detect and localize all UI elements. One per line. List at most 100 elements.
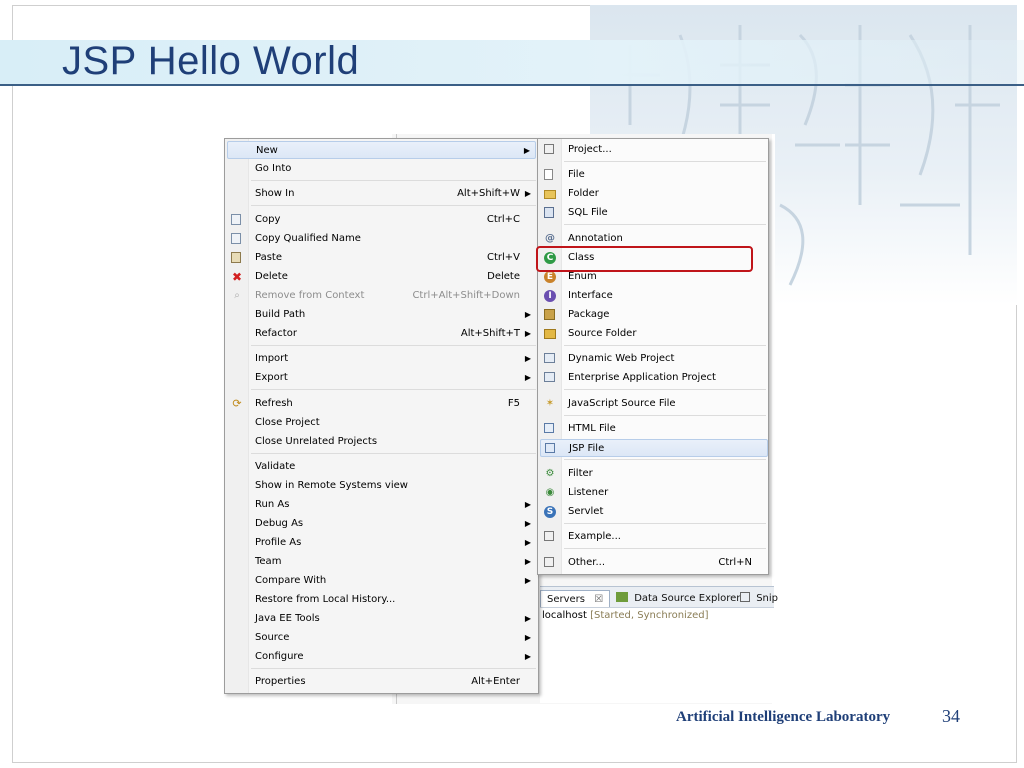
submenu-arrow-icon: ▶ <box>524 614 531 623</box>
menu-item-validate[interactable]: Validate <box>227 458 536 476</box>
menu-separator <box>564 523 766 524</box>
menu-item-label: Debug As <box>255 518 304 529</box>
source-folder-icon <box>544 329 556 339</box>
tab-snippets[interactable]: Snip <box>740 590 778 607</box>
menu-separator <box>564 389 766 390</box>
submenu-item-servlet[interactable]: S Servlet <box>540 503 768 521</box>
submenu-item-project[interactable]: Project... <box>540 141 768 159</box>
submenu-item-label: Enterprise Application Project <box>568 372 716 383</box>
web-project-icon <box>544 353 555 363</box>
menu-item-build-path[interactable]: Build Path ▶ <box>227 306 536 324</box>
menu-item-new[interactable]: New ▶ <box>227 141 536 159</box>
menu-separator <box>564 345 766 346</box>
new-submenu: Project... File Folder SQL File @ Annota… <box>537 138 769 575</box>
menu-item-copy-qualified-name[interactable]: Copy Qualified Name <box>227 230 536 248</box>
menu-item-delete[interactable]: ✖ Delete Delete <box>227 268 536 286</box>
close-icon[interactable]: ☒ <box>594 594 603 605</box>
menu-item-copy[interactable]: Copy Ctrl+C <box>227 211 536 229</box>
submenu-item-label: JavaScript Source File <box>568 398 676 409</box>
menu-item-import[interactable]: Import ▶ <box>227 350 536 368</box>
submenu-item-example[interactable]: Example... <box>540 528 768 546</box>
menu-item-label: Configure <box>255 651 304 662</box>
menu-item-label: Validate <box>255 461 296 472</box>
menu-item-refresh[interactable]: ⟳ Refresh F5 <box>227 395 536 413</box>
menu-item-label: Close Unrelated Projects <box>255 436 378 447</box>
slide: JSP Hello World Servers ☒ Data Source Ex… <box>0 0 1024 768</box>
menu-item-go-into[interactable]: Go Into <box>227 160 536 178</box>
menu-item-debug-as[interactable]: Debug As ▶ <box>227 515 536 533</box>
delete-icon: ✖ <box>231 270 243 284</box>
menu-separator <box>251 389 536 390</box>
menu-item-properties[interactable]: Properties Alt+Enter <box>227 673 536 691</box>
submenu-item-package[interactable]: Package <box>540 306 768 324</box>
menu-item-source[interactable]: Source ▶ <box>227 629 536 647</box>
menu-item-restore-local-history[interactable]: Restore from Local History... <box>227 591 536 609</box>
menu-item-team[interactable]: Team ▶ <box>227 553 536 571</box>
submenu-item-label: HTML File <box>568 423 616 434</box>
menu-item-accel: F5 <box>507 398 520 409</box>
new-project-icon <box>544 144 554 154</box>
menu-item-refactor[interactable]: Refactor Alt+Shift+T ▶ <box>227 325 536 343</box>
submenu-item-label: Package <box>568 309 610 320</box>
menu-item-label: Properties <box>255 676 306 687</box>
submenu-item-enterprise-application-project[interactable]: Enterprise Application Project <box>540 369 768 387</box>
menu-item-show-in[interactable]: Show In Alt+Shift+W ▶ <box>227 185 536 203</box>
submenu-item-label: Folder <box>568 188 599 199</box>
submenu-item-label: Other... <box>568 557 606 568</box>
submenu-item-jsp-file[interactable]: JSP File <box>540 439 768 457</box>
tab-servers[interactable]: Servers ☒ <box>540 590 611 607</box>
submenu-arrow-icon: ▶ <box>524 633 531 642</box>
menu-item-label: Remove from Context <box>255 290 365 301</box>
filter-icon: ⚙ <box>545 468 555 479</box>
submenu-item-html-file[interactable]: HTML File <box>540 420 768 438</box>
menu-separator <box>251 205 536 206</box>
context-menu: New ▶ Go Into Show In Alt+Shift+W ▶ Copy… <box>224 138 539 694</box>
menu-item-compare-with[interactable]: Compare With ▶ <box>227 572 536 590</box>
submenu-item-sql-file[interactable]: SQL File <box>540 204 768 222</box>
submenu-item-dynamic-web-project[interactable]: Dynamic Web Project <box>540 350 768 368</box>
submenu-item-filter[interactable]: ⚙ Filter <box>540 465 768 483</box>
submenu-item-javascript-source-file[interactable]: ✶ JavaScript Source File <box>540 395 768 413</box>
menu-separator <box>251 453 536 454</box>
menu-item-close-project[interactable]: Close Project <box>227 414 536 432</box>
submenu-item-label: Project... <box>568 144 612 155</box>
submenu-item-listener[interactable]: ◉ Listener <box>540 484 768 502</box>
menu-item-label: Refactor <box>255 328 297 339</box>
menu-item-java-ee-tools[interactable]: Java EE Tools ▶ <box>227 610 536 628</box>
tab-data-source-label: Data Source Explorer <box>634 593 741 604</box>
menu-item-export[interactable]: Export ▶ <box>227 369 536 387</box>
menu-item-paste[interactable]: Paste Ctrl+V <box>227 249 536 267</box>
menu-item-profile-as[interactable]: Profile As ▶ <box>227 534 536 552</box>
jsp-file-icon <box>545 443 555 453</box>
menu-item-configure[interactable]: Configure ▶ <box>227 648 536 666</box>
submenu-arrow-icon: ▶ <box>524 373 531 382</box>
page-number: 34 <box>942 706 960 726</box>
menu-item-close-unrelated-projects[interactable]: Close Unrelated Projects <box>227 433 536 451</box>
submenu-item-label: SQL File <box>568 207 608 218</box>
enum-icon: E <box>544 271 556 283</box>
database-icon <box>616 592 628 602</box>
menu-item-label: Restore from Local History... <box>255 594 396 605</box>
submenu-arrow-icon: ▶ <box>524 538 531 547</box>
servers-view: localhost [Started, Synchronized] <box>540 608 774 703</box>
menu-item-remove-from-context[interactable]: ⌕ Remove from Context Ctrl+Alt+Shift+Dow… <box>227 287 536 305</box>
html-file-icon <box>544 423 554 433</box>
menu-item-label: Import <box>255 353 289 364</box>
submenu-item-folder[interactable]: Folder <box>540 185 768 203</box>
tab-data-source-explorer[interactable]: Data Source Explorer <box>616 590 740 607</box>
menu-item-accel: Ctrl+Alt+Shift+Down <box>412 290 520 301</box>
annotation-icon: @ <box>545 233 555 244</box>
menu-item-label: Show In <box>255 188 295 199</box>
menu-item-label: Go Into <box>255 163 292 174</box>
submenu-item-other[interactable]: Other... Ctrl+N <box>540 554 768 572</box>
server-name: localhost <box>542 610 587 621</box>
submenu-item-source-folder[interactable]: Source Folder <box>540 325 768 343</box>
menu-item-show-in-remote-systems[interactable]: Show in Remote Systems view <box>227 477 536 495</box>
menu-separator <box>564 459 766 460</box>
menu-separator <box>564 161 766 162</box>
submenu-item-interface[interactable]: I Interface <box>540 287 768 305</box>
menu-item-run-as[interactable]: Run As ▶ <box>227 496 536 514</box>
server-row[interactable]: localhost [Started, Synchronized] <box>542 610 708 621</box>
submenu-item-file[interactable]: File <box>540 166 768 184</box>
menu-item-accel: Delete <box>487 271 520 282</box>
